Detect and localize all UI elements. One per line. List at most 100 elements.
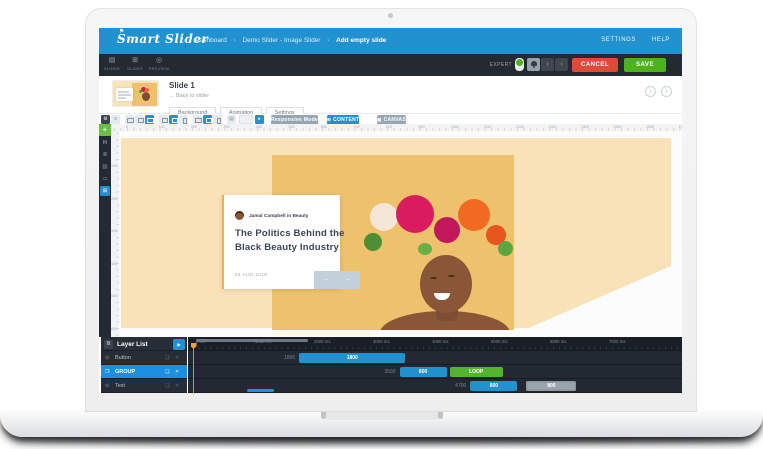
ruler-label: 700 [353, 124, 360, 129]
layer-list-title: Layer List [117, 340, 148, 348]
timeline-playhead[interactable] [193, 343, 194, 393]
align-left-icon[interactable] [193, 115, 202, 124]
slides-view-button[interactable]: ⊞ SLIDES [124, 54, 146, 76]
responsive-mode-button[interactable]: Responsive Mode [271, 114, 319, 125]
zoom-value-box[interactable] [239, 115, 253, 124]
animation-timeline[interactable]: 0 ms 1000 ms 2000 ms 3000 ms 4000 ms 5000 ms 6… [188, 337, 682, 393]
help-link[interactable]: HELP [652, 37, 670, 43]
breadcrumb-add-empty-slide[interactable]: Add empty slide [336, 37, 386, 44]
header-divider [185, 34, 186, 48]
content-icon: ⊞ [327, 116, 332, 122]
undo-button[interactable]: ‹ [541, 58, 554, 71]
timeline-row-1[interactable]: 3500 800 LOOP [188, 365, 682, 379]
expert-toggle[interactable] [515, 58, 524, 71]
thumb-photo [132, 83, 157, 106]
cancel-button[interactable]: CANCEL [572, 58, 618, 72]
breadcrumb-slider[interactable]: Demo Slider - Image Slider [242, 37, 320, 44]
settings-link[interactable]: SETTINGS [601, 37, 636, 43]
animation-bar-green[interactable]: LOOP [449, 367, 503, 377]
button-layer-icon[interactable]: ▭ [100, 174, 110, 184]
editor-main-toolbar: ▤ SLIDER ⊞ SLIDES ◎ PREVIEW EXPERT ‹ › C… [99, 54, 682, 76]
align-right-icon[interactable] [213, 115, 222, 124]
delete-icon[interactable]: ✕ [175, 355, 179, 361]
device-desktop-small-icon[interactable] [135, 115, 144, 124]
save-button[interactable]: SAVE [624, 58, 666, 72]
delete-icon[interactable]: ✕ [175, 383, 179, 389]
eye-icon[interactable]: ⊙ [105, 383, 109, 389]
slide-thumbnail[interactable] [112, 80, 159, 107]
layer-row-group[interactable]: ❒ GROUP ❏ ✕ [101, 365, 187, 379]
ruler-label: 1100 [483, 124, 492, 129]
device-mobile-icon[interactable] [179, 115, 188, 124]
timeline-tick-label: 5000 ms [491, 339, 508, 344]
zoom-step-button[interactable]: ▸ [255, 115, 264, 124]
settings-gear-icon[interactable]: ⚙ [101, 115, 110, 124]
device-tablet-active-icon[interactable] [169, 115, 178, 124]
delete-icon[interactable]: ✕ [175, 369, 179, 375]
laptop-notch [321, 412, 443, 420]
article-card-layer[interactable]: Jamal Campbell in Beauty The Politics Be… [222, 195, 360, 289]
device-desktop-active-icon[interactable] [145, 115, 154, 124]
animation-bar-gray[interactable]: 800 [526, 381, 577, 391]
timeline-row-0[interactable]: 1800 1800 [188, 351, 682, 365]
slider-icon: ▤ [108, 57, 116, 64]
more-layers-icon[interactable]: ⊞ [100, 186, 110, 196]
flower-leaf-right [498, 241, 513, 256]
align-center-active-icon[interactable] [203, 115, 212, 124]
play-animations-button[interactable]: ▶ [173, 338, 185, 350]
prev-slide-circle-button[interactable]: ‹ [645, 86, 656, 97]
preview-button[interactable]: ◎ PREVIEW [148, 54, 170, 76]
duplicate-icon[interactable]: ❏ [165, 355, 169, 361]
slide-bar: Slide 1 ← Back to slider Background Anim… [99, 76, 682, 118]
text-layer-icon[interactable]: ≣ [100, 150, 110, 160]
device-desktop-icon[interactable] [125, 115, 134, 124]
link-icon[interactable]: ∞ [111, 115, 120, 124]
delay-label: 3500 [384, 369, 396, 375]
device-tablet-icon[interactable] [159, 115, 168, 124]
add-layer-button[interactable]: + [99, 124, 111, 136]
ruler-toggle-icon[interactable]: ▤ [227, 115, 236, 124]
content-mode-button[interactable]: ⊞ CONTENT [327, 114, 360, 125]
thumb-card [116, 88, 133, 101]
card-nav-arrows[interactable]: ← → [314, 271, 360, 289]
slider-view-button[interactable]: ▤ SLIDER [101, 54, 123, 76]
layer-row-button[interactable]: ⊙ Button ❏ ✕ [101, 351, 187, 365]
card-title[interactable]: The Politics Behind the Black Beauty Ind… [235, 227, 345, 255]
eye-icon[interactable]: ⊙ [105, 355, 109, 361]
slides-view-label: SLIDES [126, 66, 144, 71]
ruler-label: 1500 [613, 124, 622, 129]
delay-label: 1800 [284, 355, 296, 361]
slide-canvas[interactable]: Jamal Campbell in Beauty The Politics Be… [119, 131, 682, 337]
heading-layer-icon[interactable]: H [100, 138, 110, 148]
duplicate-icon[interactable]: ❏ [165, 369, 169, 375]
timeline-scrollbar[interactable] [196, 338, 308, 342]
back-to-slider-link[interactable]: ← Back to slider [169, 93, 209, 99]
ruler-label: 1300 [548, 124, 557, 129]
preview-label: PREVIEW [148, 66, 170, 71]
layer-name: Button [115, 355, 131, 361]
notifications-button[interactable] [527, 58, 540, 71]
timeline-tick-label: 2000 ms [314, 339, 331, 344]
vertical-ruler: 100 200 300 400 500 600 [111, 131, 119, 337]
animation-bar-blue[interactable]: 1800 [299, 353, 406, 363]
card-arrow-left-icon[interactable]: ← [323, 276, 330, 284]
slide-title: Slide 1 [169, 81, 195, 90]
breadcrumb-dashboard[interactable]: Dashboard [195, 37, 227, 44]
duplicate-icon[interactable]: ❏ [165, 383, 169, 389]
expert-label: EXPERT [489, 62, 512, 68]
ruler-label: 1000 [451, 124, 459, 129]
animation-bar-blue[interactable]: 800 [470, 381, 518, 391]
next-slide-circle-button[interactable]: › [661, 86, 672, 97]
timeline-tick-label: 6000 ms [550, 339, 567, 344]
card-arrow-right-icon[interactable]: → [344, 276, 351, 284]
layer-row-text[interactable]: ⊙ Text ❏ ✕ [101, 379, 187, 393]
canvas-mode-button[interactable]: ▤ CANVAS [377, 114, 407, 125]
breadcrumb-separator: › [327, 38, 330, 44]
ruler-label: 1200 [516, 124, 524, 129]
folder-icon[interactable]: ❒ [105, 369, 109, 375]
image-layer-icon[interactable]: ▨ [100, 162, 110, 172]
redo-button[interactable]: › [555, 58, 568, 71]
animation-bar-blue[interactable]: 800 [399, 367, 447, 377]
horizontal-ruler: 0 100 200 300 400 500 600 700 800 900 1000 1100 1200… [111, 124, 682, 131]
timeline-bottom-scrollbar[interactable] [247, 389, 274, 392]
